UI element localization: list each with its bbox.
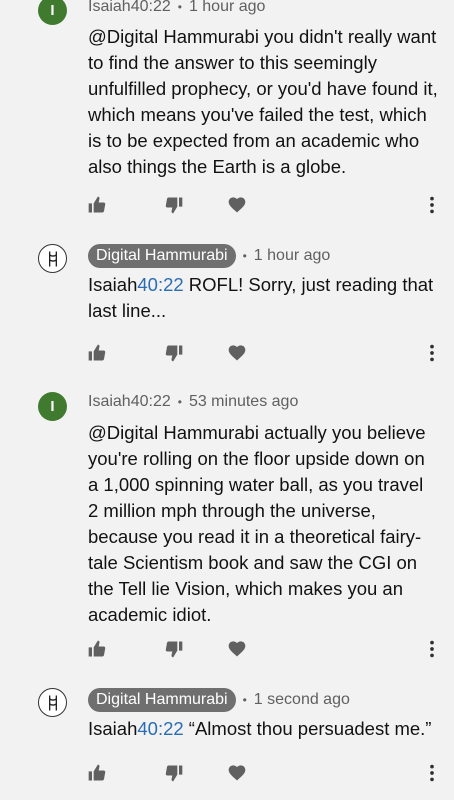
thumbs-up-icon	[87, 639, 107, 659]
more-vert-icon	[421, 638, 443, 660]
heart-button[interactable]	[224, 636, 250, 662]
thumbs-down-icon	[164, 195, 184, 215]
dislike-button[interactable]	[161, 340, 187, 366]
heart-icon	[227, 343, 247, 363]
separator-dot: •	[242, 693, 247, 707]
heart-button[interactable]	[224, 760, 250, 786]
comment-actions	[0, 340, 454, 366]
comment-actions	[0, 636, 454, 662]
comment-actions	[0, 192, 454, 218]
avatar[interactable]	[38, 688, 67, 717]
dislike-button[interactable]	[161, 760, 187, 786]
more-vert-icon	[421, 762, 443, 784]
more-options-button[interactable]	[419, 760, 445, 786]
heart-icon	[227, 195, 247, 215]
author-name-badge[interactable]: Digital Hammurabi	[88, 244, 236, 268]
like-button[interactable]	[84, 636, 110, 662]
timestamp[interactable]: 1 hour ago	[254, 247, 331, 265]
thumbs-down-icon	[164, 639, 184, 659]
dislike-button[interactable]	[161, 636, 187, 662]
comment-text: Isaiah40:22 “Almost thou persuadest me.”	[88, 718, 432, 739]
like-button[interactable]	[84, 760, 110, 786]
heart-icon	[227, 639, 247, 659]
comment-text: @Digital Hammurabi you didn't really wan…	[88, 26, 438, 177]
comment-header: Isaiah40:22 • 1 hour ago	[88, 0, 265, 16]
avatar[interactable]: I	[38, 392, 67, 421]
channel-logo-icon	[43, 693, 63, 713]
comment-text: @Digital Hammurabi actually you believe …	[88, 422, 426, 625]
heart-icon	[227, 763, 247, 783]
timestamp[interactable]: 1 second ago	[254, 691, 350, 709]
more-options-button[interactable]	[419, 192, 445, 218]
thumbs-up-icon	[87, 195, 107, 215]
channel-logo-icon	[43, 249, 63, 269]
comment-actions	[0, 760, 454, 786]
comment-header: Isaiah40:22 • 53 minutes ago	[88, 393, 298, 411]
timestamp-link[interactable]: 40:22	[137, 718, 183, 739]
comment-header: Digital Hammurabi • 1 hour ago	[88, 244, 330, 268]
avatar[interactable]	[38, 244, 67, 273]
author-name[interactable]: Isaiah40:22	[88, 393, 171, 411]
author-name-badge[interactable]: Digital Hammurabi	[88, 688, 236, 712]
more-vert-icon	[421, 194, 443, 216]
timestamp[interactable]: 1 hour ago	[189, 0, 266, 16]
thumbs-down-icon	[164, 343, 184, 363]
more-options-button[interactable]	[419, 636, 445, 662]
comment-text: Isaiah40:22 ROFL! Sorry, just reading th…	[88, 274, 434, 321]
timestamp-link[interactable]: 40:22	[137, 274, 183, 295]
heart-button[interactable]	[224, 192, 250, 218]
comment-header: Digital Hammurabi • 1 second ago	[88, 688, 350, 712]
thumbs-up-icon	[87, 763, 107, 783]
separator-dot: •	[242, 249, 247, 263]
timestamp[interactable]: 53 minutes ago	[189, 393, 298, 411]
avatar[interactable]: I	[38, 0, 67, 25]
heart-button[interactable]	[224, 340, 250, 366]
separator-dot: •	[177, 395, 182, 409]
thumbs-up-icon	[87, 343, 107, 363]
like-button[interactable]	[84, 340, 110, 366]
author-name[interactable]: Isaiah40:22	[88, 0, 171, 16]
thumbs-down-icon	[164, 763, 184, 783]
more-options-button[interactable]	[419, 340, 445, 366]
dislike-button[interactable]	[161, 192, 187, 218]
more-vert-icon	[421, 342, 443, 364]
separator-dot: •	[177, 0, 182, 14]
like-button[interactable]	[84, 192, 110, 218]
